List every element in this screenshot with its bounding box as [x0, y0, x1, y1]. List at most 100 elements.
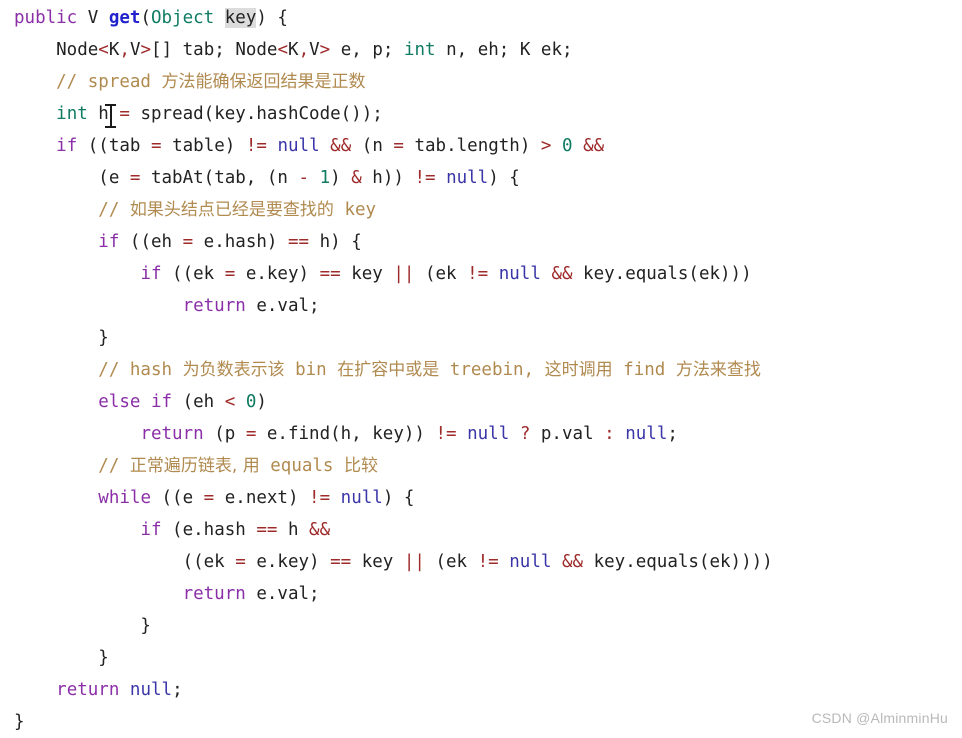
- code-line[interactable]: // 正常遍历链表, 用 equals 比较: [14, 450, 962, 482]
- code-token-keyword: return: [182, 584, 246, 604]
- csdn-watermark: CSDN @AlminminHu: [811, 710, 948, 726]
- code-line[interactable]: (e = tabAt(tab, (n - 1) & h)) != null) {: [14, 162, 962, 194]
- code-line[interactable]: }: [14, 610, 962, 642]
- code-token-operator: &&: [551, 264, 573, 284]
- code-token-operator: -: [298, 168, 310, 188]
- code-token-plain: p.val: [530, 424, 605, 444]
- code-line[interactable]: }: [14, 642, 962, 674]
- code-token-comment: // spread: [14, 72, 162, 92]
- code-line[interactable]: ((ek = e.key) == key || (ek != null && k…: [14, 546, 962, 578]
- code-token-operator: ?: [519, 424, 531, 444]
- code-token-literal: null: [340, 488, 383, 508]
- code-token-plain: ) {: [256, 8, 288, 28]
- code-token-plain: key: [351, 552, 404, 572]
- code-block[interactable]: public V get(Object key) { Node<K,V>[] t…: [14, 2, 962, 738]
- code-token-plain: ) {: [488, 168, 520, 188]
- code-token-plain: spread(key.hashCode());: [129, 104, 383, 124]
- code-line[interactable]: return e.val;: [14, 578, 962, 610]
- code-line[interactable]: else if (eh < 0): [14, 386, 962, 418]
- code-token-plain: tabAt(tab, (n: [140, 168, 299, 188]
- code-line[interactable]: if ((tab = table) != null && (n = tab.le…: [14, 130, 962, 162]
- code-token-keyword: if: [140, 264, 162, 284]
- code-token-plain: e.val;: [245, 584, 320, 604]
- code-token-comment: 方法能确保返回结果是正数: [161, 72, 366, 92]
- code-line[interactable]: while ((e = e.next) != null) {: [14, 482, 962, 514]
- code-line[interactable]: Node<K,V>[] tab; Node<K,V> e, p; int n, …: [14, 34, 962, 66]
- code-token-plain: key.equals(ek))): [572, 264, 752, 284]
- code-token-operator: ==: [330, 552, 352, 572]
- code-line[interactable]: // hash 为负数表示该 bin 在扩容中或是 treebin, 这时调用 …: [14, 354, 962, 386]
- code-token-plain: tab.length): [403, 136, 541, 156]
- code-token-plain: ;: [667, 424, 678, 444]
- code-line[interactable]: // spread 方法能确保返回结果是正数: [14, 66, 962, 98]
- code-line[interactable]: int h = spread(key.hashCode());: [14, 98, 962, 130]
- code-token-literal: null: [277, 136, 320, 156]
- code-token-plain: (: [140, 8, 151, 28]
- code-token-plain: (e.hash: [161, 520, 257, 540]
- code-token-operator: =: [151, 136, 162, 156]
- code-line[interactable]: }: [14, 322, 962, 354]
- code-token-plain: [] tab; Node: [151, 40, 278, 60]
- code-token-operator: ||: [403, 552, 425, 572]
- code-token-operator: !=: [245, 136, 267, 156]
- code-token-plain: key.equals(ek)))): [583, 552, 773, 572]
- code-token-plain: e.key): [245, 552, 331, 572]
- code-token-keyword: if: [56, 136, 78, 156]
- code-token-plain: e.hash): [193, 232, 288, 252]
- code-token-type: int: [56, 104, 88, 124]
- code-token-operator: &&: [583, 136, 605, 156]
- code-token-plain: n, eh; K ek;: [435, 40, 573, 60]
- code-token-plain: ): [256, 392, 267, 412]
- code-token-plain: }: [14, 712, 25, 732]
- code-token-plain: key: [340, 264, 394, 284]
- code-line[interactable]: return null;: [14, 674, 962, 706]
- code-token-plain: ((tab: [77, 136, 151, 156]
- code-token-plain: key: [224, 8, 257, 28]
- code-token-comment: 在扩容中或是: [337, 360, 440, 380]
- code-token-operator: ==: [256, 520, 278, 540]
- code-line[interactable]: return (p = e.find(h, key)) != null ? p.…: [14, 418, 962, 450]
- code-token-plain: V: [77, 8, 109, 28]
- code-viewer[interactable]: public V get(Object key) { Node<K,V>[] t…: [0, 0, 962, 734]
- code-token-operator: :: [604, 424, 615, 444]
- code-token-plain: e, p;: [330, 40, 404, 60]
- code-line[interactable]: if ((eh = e.hash) == h) {: [14, 226, 962, 258]
- code-token-comment: 这时调用: [544, 360, 613, 380]
- code-token-plain: (p: [203, 424, 246, 444]
- code-token-literal: null: [446, 168, 489, 188]
- code-token-operator: ==: [287, 232, 310, 252]
- code-token-plain: e.val;: [245, 296, 320, 316]
- code-token-plain: }: [14, 328, 109, 348]
- code-line[interactable]: if ((ek = e.key) == key || (ek != null &…: [14, 258, 962, 290]
- code-line[interactable]: return e.val;: [14, 290, 962, 322]
- code-line[interactable]: if (e.hash == h &&: [14, 514, 962, 546]
- code-line[interactable]: public V get(Object key) {: [14, 2, 962, 34]
- code-token-comment: 正常遍历链表, 用: [129, 456, 260, 476]
- code-token-operator: ||: [393, 264, 415, 284]
- code-token-operator: ,: [119, 40, 130, 60]
- code-token-keyword: return: [182, 296, 246, 316]
- code-line[interactable]: // 如果头结点已经是要查找的 key: [14, 194, 962, 226]
- code-token-literal: null: [625, 424, 668, 444]
- code-token-plain: e.key): [235, 264, 320, 284]
- code-token-plain: h)): [361, 168, 415, 188]
- code-token-operator: <: [98, 40, 109, 60]
- code-token-type: int: [403, 40, 436, 60]
- code-token-plain: h) {: [309, 232, 362, 252]
- code-token-operator: !=: [435, 424, 457, 444]
- code-token-operator: =: [203, 488, 215, 508]
